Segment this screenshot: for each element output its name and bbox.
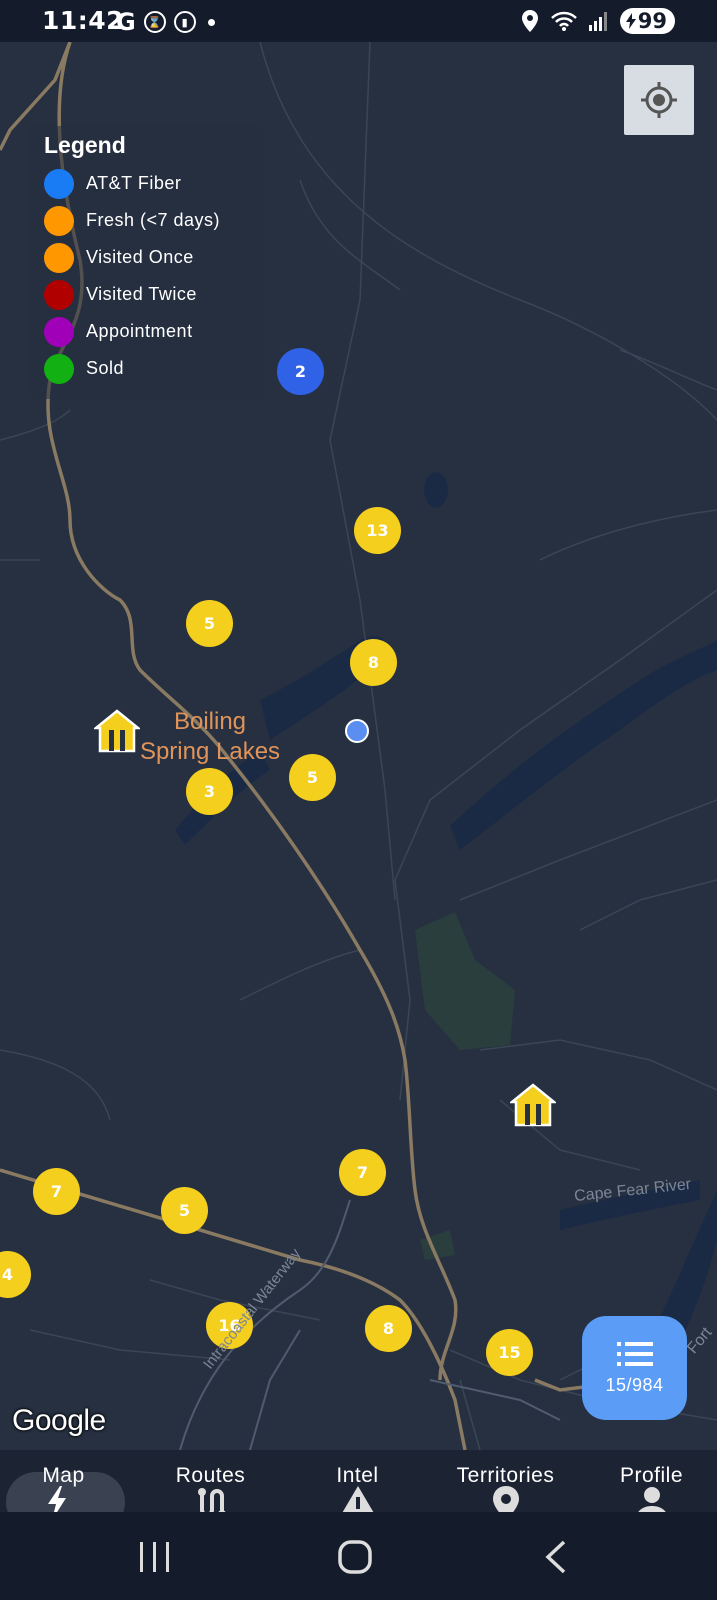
map-view[interactable]: Legend AT&T Fiber Fresh (<7 days) Visite… [0,42,717,1450]
battery-level: 99 [637,9,667,33]
nav-item-territories[interactable]: Territories [434,1450,577,1520]
cluster-marker[interactable]: 2 [277,348,324,395]
battery-saver-icon: ▮ [173,11,196,33]
status-system-icons: 99 [520,8,675,34]
list-view-button[interactable]: 15/984 [582,1316,687,1420]
legend-swatch [44,205,74,236]
cluster-marker[interactable]: 7 [33,1168,80,1215]
legend-swatch [44,353,74,384]
legend-label: Visited Once [86,247,194,267]
map-legend: Legend AT&T Fiber Fresh (<7 days) Visite… [30,126,264,399]
hourglass-icon: ⌛ [143,11,166,33]
legend-item-appointment: Appointment [44,313,254,350]
legend-swatch [44,168,74,199]
system-navigation-bar [0,1512,717,1600]
legend-item-visited-once: Visited Once [44,239,254,276]
legend-swatch [44,242,74,273]
back-icon[interactable] [544,1540,568,1574]
nav-item-profile[interactable]: Profile [580,1450,717,1520]
signal-icon [588,12,607,31]
cluster-marker[interactable]: 5 [186,600,233,647]
wifi-icon [550,11,577,31]
my-location-button[interactable] [624,65,694,135]
cluster-marker[interactable]: 15 [486,1329,533,1376]
status-notification-icons: G ⌛ ▮ [116,8,215,36]
legend-label: Sold [86,358,125,378]
legend-item-sold: Sold [44,350,254,387]
cluster-marker[interactable]: 8 [350,639,397,686]
home-marker-icon[interactable] [510,1082,556,1128]
nav-label: Territories [456,1464,555,1487]
home-icon[interactable] [338,1540,372,1574]
status-bar: 11:42 G ⌛ ▮ 99 [0,0,717,42]
place-label-line: Boiling [173,708,247,735]
nav-label: Routes [175,1464,246,1487]
legend-item-visited-twice: Visited Twice [44,276,254,313]
legend-label: Fresh (<7 days) [86,210,221,230]
cluster-marker[interactable]: 5 [289,754,336,801]
legend-item-fresh: Fresh (<7 days) [44,202,254,239]
nav-label: Map [42,1464,85,1487]
place-label-boiling-spring-lakes: Boiling Spring Lakes [130,707,290,767]
legend-swatch [44,279,74,310]
bottom-navigation: Map Routes Intel Territories Profile [0,1450,717,1532]
nav-item-routes[interactable]: Routes [139,1450,282,1518]
legend-label: Appointment [86,321,193,341]
cluster-marker[interactable]: 13 [354,507,401,554]
place-label-line: Spring Lakes [139,738,281,765]
list-count: 15/984 [605,1374,664,1395]
current-location-dot [345,719,369,743]
status-time: 11:42 [42,6,125,35]
cluster-marker[interactable]: 5 [161,1187,208,1234]
legend-swatch [44,316,74,347]
nav-label: Intel [336,1464,379,1487]
recent-apps-icon[interactable] [138,1542,172,1572]
nav-item-map[interactable]: Map [0,1450,143,1532]
battery-indicator: 99 [619,8,675,34]
legend-label: Visited Twice [86,284,197,304]
google-notification-icon: G [116,8,136,36]
google-attribution: Google [12,1404,106,1437]
list-icon [616,1341,653,1366]
cluster-marker[interactable]: 7 [339,1149,386,1196]
more-notifications-icon [207,18,215,26]
legend-title: Legend [44,132,126,158]
legend-item-att-fiber: AT&T Fiber [44,165,254,202]
nav-label: Profile [619,1464,684,1487]
charging-bolt-icon [625,13,636,29]
cluster-marker[interactable]: 8 [365,1305,412,1352]
crosshair-icon [641,82,677,118]
nav-item-intel[interactable]: Intel [286,1450,429,1520]
legend-label: AT&T Fiber [86,173,182,193]
location-icon [521,10,538,32]
cluster-marker[interactable]: 3 [186,768,233,815]
